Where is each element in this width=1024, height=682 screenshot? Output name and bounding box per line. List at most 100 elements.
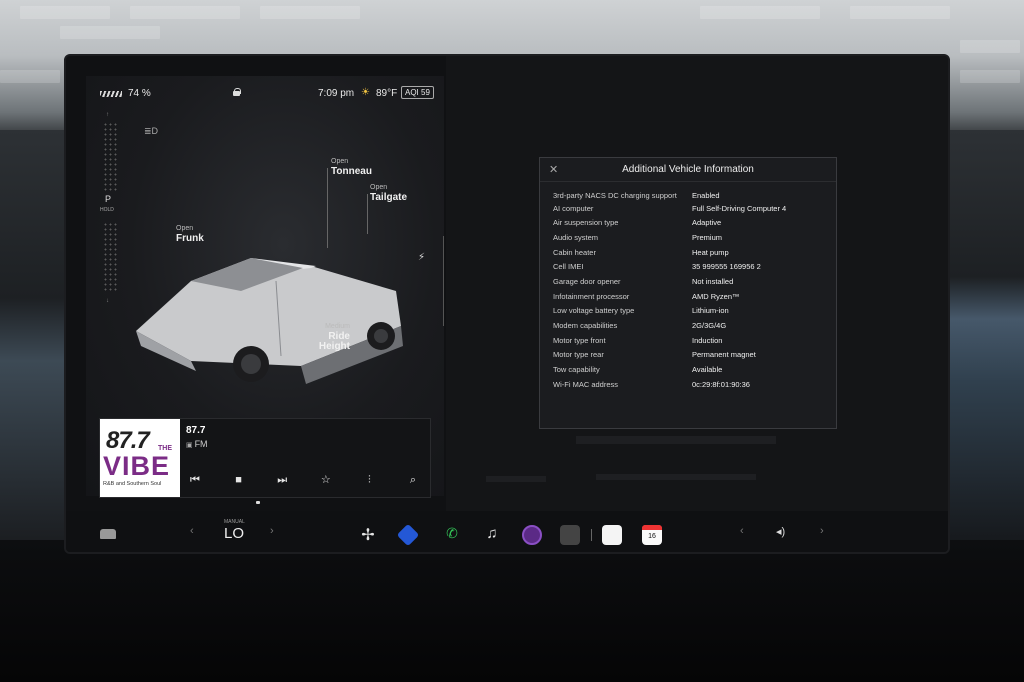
dialog-header: ✕ Additional Vehicle Information [540,158,836,182]
band-label: FM [194,439,208,449]
equalizer-icon[interactable]: ⫶ [360,471,378,489]
camera-icon[interactable] [522,525,542,545]
info-row: 3rd-party NACS DC charging support Enable… [553,191,833,201]
sun-icon: ☀ [361,87,370,98]
chevron-left-icon[interactable]: ‹ [190,525,194,543]
info-value: Premium [692,232,723,242]
fan-icon[interactable]: ✢ [358,525,378,545]
chevron-right-icon[interactable]: › [270,525,274,543]
tonneau-callout[interactable]: Open Tonneau [331,157,372,177]
lock-icon[interactable] [232,88,241,96]
phone-icon[interactable]: ✆ [442,525,462,545]
tailgate-line [367,194,368,234]
info-value: Enabled [692,191,720,200]
info-value: Adaptive [692,218,722,228]
status-bar: 74 % 7:09 pm ☀ 89°F AQI 59 [96,86,436,104]
info-row: Air suspension type Adaptive [553,218,833,228]
tailgate-state: Open [370,184,388,191]
notes-icon[interactable] [602,525,622,545]
info-row: Modem capabilities 2G/3G/4G [553,321,833,331]
info-row: AI computer Full Self-Driving Computer 4 [553,204,833,214]
dashboard [0,540,1024,682]
arrow-down-icon: ↓ [106,298,109,304]
info-row: Motor type front Induction [553,336,833,346]
climate-temperature[interactable]: LO [224,525,244,542]
radio-icon: ▣ [186,442,195,449]
navigation-icon[interactable] [396,523,420,547]
info-key: Motor type rear [553,350,604,360]
ride-height-callout[interactable]: Medium Ride Height [296,322,350,352]
info-key: AI computer [553,203,594,213]
cabin-right [944,130,1024,550]
charge-port-icon[interactable]: ⚡ [418,252,425,263]
info-key: Modem capabilities [553,321,618,330]
info-row: Low voltage battery type Lithium-ion [553,306,833,316]
music-icon[interactable]: ♫ [482,525,502,545]
arrow-up-icon: ↑ [106,112,109,118]
dock-divider [591,529,592,541]
artwork-name: VIBE [103,451,171,481]
info-value: Lithium-ion [692,306,729,316]
dashcam-icon[interactable] [560,525,580,545]
info-value: 0c:29:8f:01:90:36 [692,379,750,389]
info-key: Cabin heater [553,247,596,257]
gear-selector[interactable]: ↑ P HOLD ↓ [99,112,121,326]
info-value: 35 999555 169956 2 [692,262,761,272]
aqi-badge[interactable]: AQI 59 [401,86,434,99]
touchscreen: 74 % 7:09 pm ☀ 89°F AQI 59 ↑ P HOLD ↓ ≣D… [64,54,950,554]
ride-height-label: Ride Height [318,331,350,352]
info-key: Low voltage battery type [553,306,635,316]
previous-icon[interactable]: ⏮ [186,471,204,489]
info-key: Cell IMEI [553,262,584,272]
info-list: 3rd-party NACS DC charging support Enable… [553,191,833,394]
volume-chevron-right-icon[interactable]: › [820,525,824,543]
frunk-label: Frunk [176,233,204,244]
info-row: Tow capability Available [553,365,833,375]
gear-current: P [105,194,112,204]
volume-chevron-left-icon[interactable]: ‹ [740,525,744,543]
pane-divider [443,236,444,326]
media-controls: ⏮ ■ ⏭ ☆ ⫶ ⌕ [186,471,422,489]
speaker-icon[interactable]: ◂) [776,525,785,543]
dialog-title: Additional Vehicle Information [622,164,754,175]
cabin-left [0,130,70,550]
calendar-day: 16 [648,533,656,540]
tonneau-line [327,168,328,248]
info-row: Infotainment processor AMD Ryzen™ [553,292,833,302]
artwork-tagline: R&B and Southern Soul [103,481,162,487]
info-key: Audio system [553,232,599,242]
info-key: Infotainment processor [553,291,630,301]
stop-icon[interactable]: ■ [230,471,248,489]
info-key: Wi-Fi MAC address [553,379,619,389]
next-icon[interactable]: ⏭ [273,471,291,489]
tailgate-callout[interactable]: Open Tailgate [370,183,407,203]
calendar-icon[interactable]: 16 [642,525,662,545]
headlight-icon[interactable]: ≣D [144,126,158,136]
page-indicator [256,501,260,504]
info-key: 3rd-party NACS DC charging support [553,191,677,200]
info-row: Wi-Fi MAC address 0c:29:8f:01:90:36 [553,380,833,390]
station-frequency: 87.7 [186,425,206,436]
gear-track-top [103,122,117,192]
battery-percent: 74 % [128,88,151,99]
info-value: Permanent magnet [692,350,756,360]
search-icon[interactable]: ⌕ [404,471,422,489]
gear-track-bottom [103,222,117,292]
battery-indicator: 74 % [100,88,151,99]
frunk-state: Open [176,225,194,232]
tailgate-label: Tailgate [370,192,408,203]
clock: 7:09 pm [318,88,355,99]
info-key: Garage door opener [553,276,621,286]
info-row: Audio system Premium [553,233,833,243]
info-row: Motor type rear Permanent magnet [553,350,833,360]
info-value: Induction [692,335,723,345]
info-value: Full Self-Driving Computer 4 [692,203,787,213]
frunk-callout[interactable]: Open Frunk [176,224,204,244]
info-value: Heat pump [692,247,729,257]
radio-band: ▣ FM [186,439,208,449]
info-key: Tow capability [553,365,600,375]
info-row: Cabin heater Heat pump [553,248,833,258]
tonneau-state: Open [331,158,349,165]
favorite-star-icon[interactable]: ☆ [317,471,335,489]
car-icon[interactable] [100,529,116,539]
